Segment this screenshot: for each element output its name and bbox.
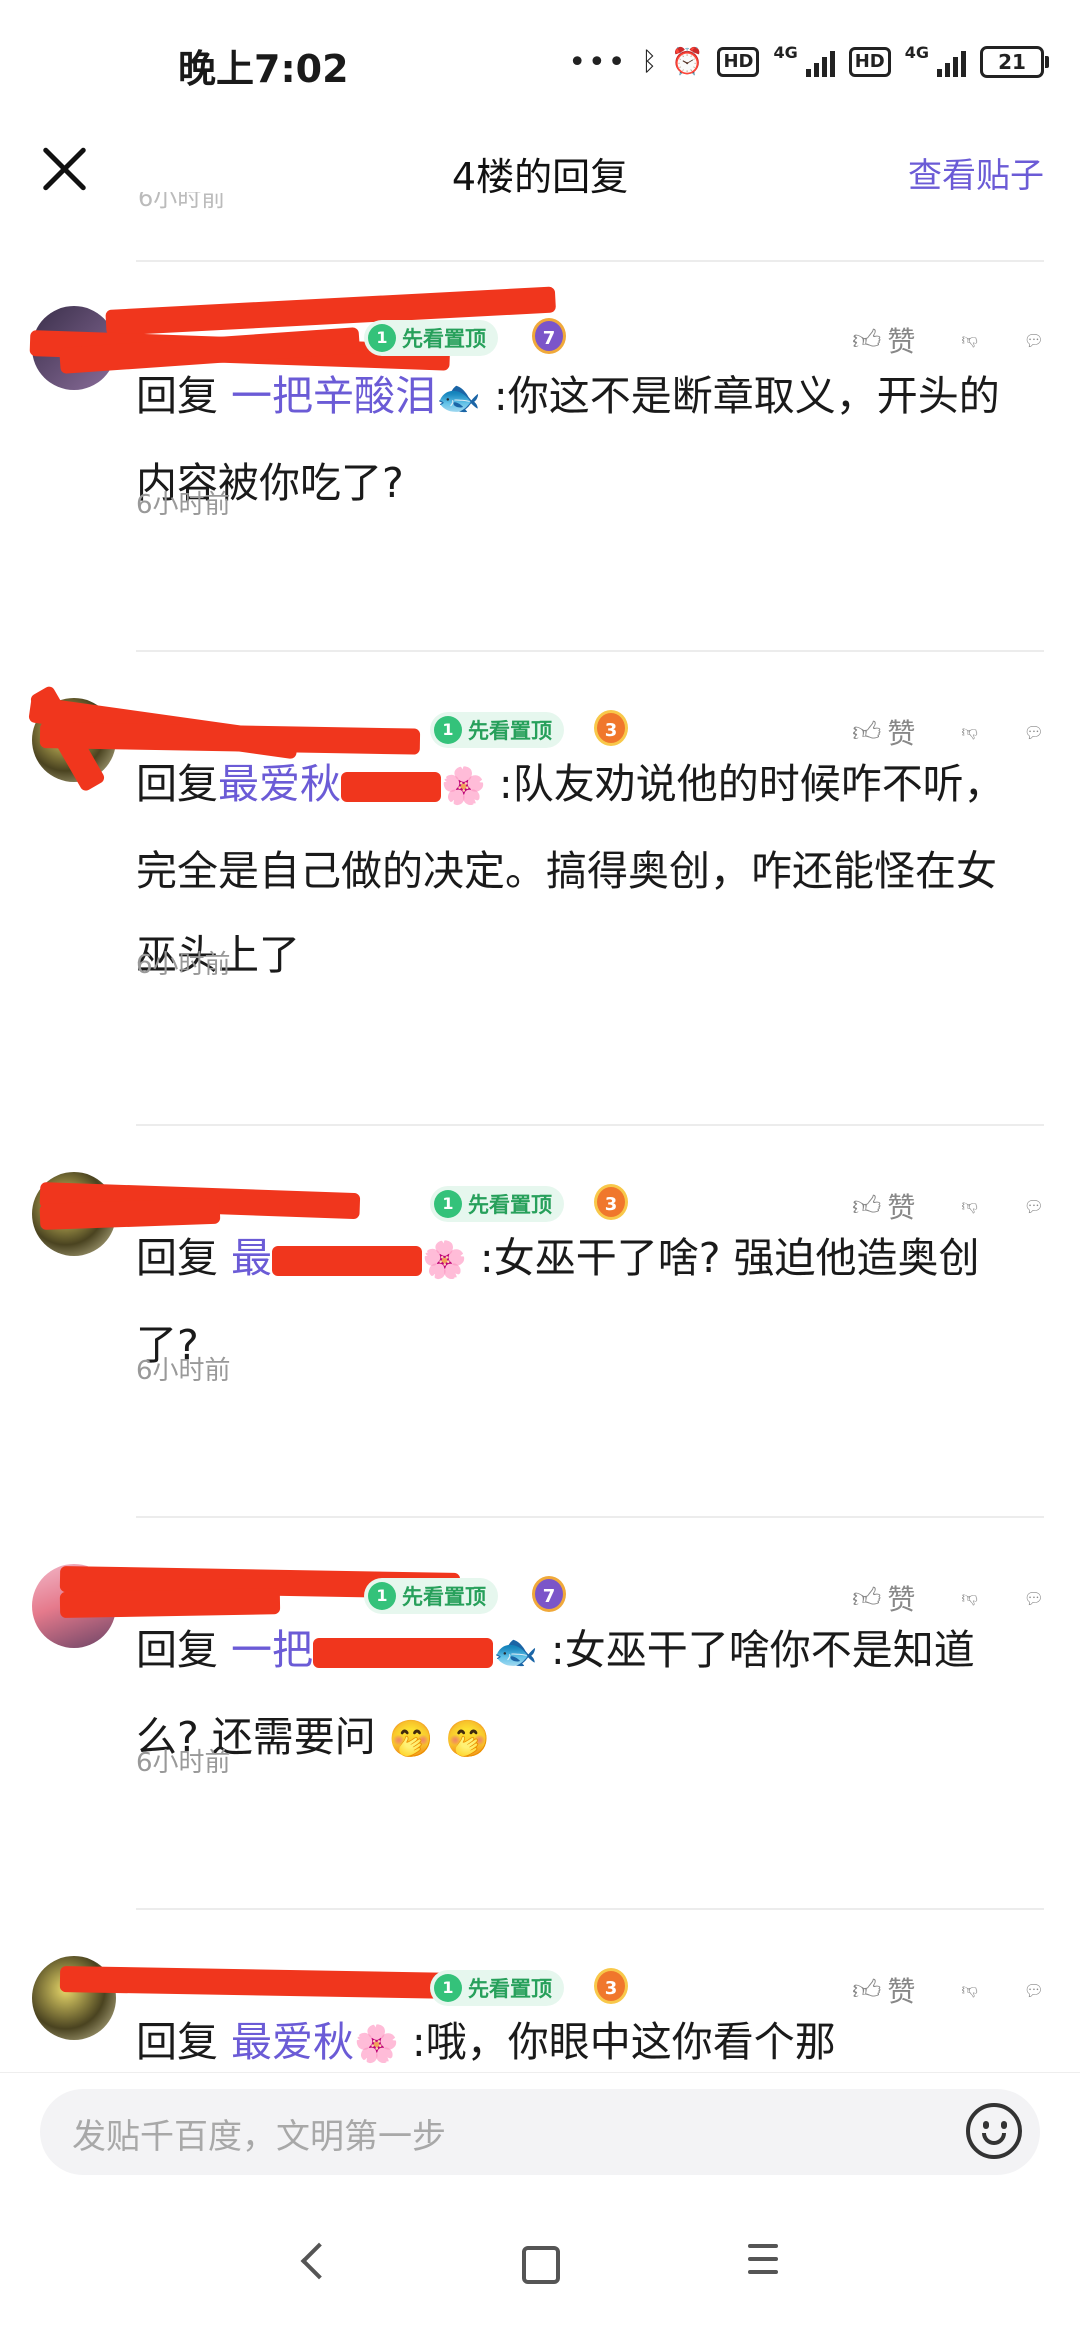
redaction-mark [313, 1638, 494, 1668]
thumbs-down-button[interactable]: 👎︎ [961, 330, 977, 350]
level-badge: 3 [594, 710, 628, 746]
comment-item: 1 先看置顶 7 👍︎ 赞 👎︎ 💬︎ 回复 一把 🐟 :女巫干了啥你不是知道么? 还… [0, 1552, 1080, 1912]
redaction-mark [341, 772, 441, 802]
thumbs-down-button[interactable]: 👎︎ [961, 722, 977, 742]
back-nav-icon[interactable] [300, 2242, 338, 2280]
comment-item: 1 先看置顶 7 👍︎ 赞 👎︎ 💬︎ 回复 一把辛酸泪🐟 :你这不是断章取义，开头… [0, 286, 1080, 614]
comment-text: 回复 最爱秋🌸 :哦，你眼中这你看个那 [136, 2018, 836, 2066]
scrolled-time: 6小时前 [138, 192, 226, 212]
alarm-icon: ⏰ [671, 47, 704, 77]
view-post-link[interactable]: 查看贴子 [908, 148, 1044, 197]
thumbs-down-button[interactable]: 👎︎ [961, 1980, 977, 2000]
divider [136, 650, 1044, 652]
reply-icon[interactable]: 💬︎ [1024, 1197, 1044, 1216]
divider [136, 1516, 1044, 1518]
comment-time: 6小时前 [136, 1356, 231, 1386]
thumbs-down-button[interactable]: 👎︎ [961, 1588, 977, 1608]
comment-text: 回复 最 🌸 :女巫干了啥? 强迫他造奥创了? [136, 1234, 980, 1369]
level-badge: 7 [532, 1576, 566, 1612]
signal-icon-2 [937, 47, 966, 77]
top-badge: 1 先看置顶 [364, 320, 498, 356]
hd-icon-2: HD [848, 47, 891, 77]
emoji-icon[interactable] [966, 2103, 1022, 2159]
level-badge: 3 [594, 1968, 628, 2004]
divider [136, 1124, 1044, 1126]
comment-time: 6小时前 [136, 1748, 231, 1778]
reply-icon[interactable]: 💬︎ [1024, 723, 1044, 742]
status-icons: ••• ᛒ ⏰ HD 4G HD 4G 21 [568, 38, 1049, 86]
emoji-tail: 🤭 🤭 [388, 1719, 490, 1760]
reply-target[interactable]: 一把 🐟 [231, 1626, 538, 1674]
comment-text: 回复 一把辛酸泪🐟 :你这不是断章取义，开头的内容被你吃了? [136, 372, 1000, 507]
hd-icon: HD [717, 47, 760, 77]
thumbs-up-icon: 👍︎ [852, 323, 882, 356]
reply-target[interactable]: 最爱秋🌸 [218, 760, 486, 808]
status-time: 晚上7:02 [178, 47, 349, 91]
reply-feed[interactable]: 6小时前 1 先看置顶 7 👍︎ 赞 👎︎ 💬︎ 回复 一把辛酸泪🐟 :你这不是断章… [0, 192, 1080, 2072]
network-type: 4G [773, 42, 798, 62]
reply-icon[interactable]: 💬︎ [1024, 1981, 1044, 2000]
comment-time: 6小时前 [136, 950, 231, 980]
comment-item: 1 先看置顶 3 👍︎ 赞 👎︎ 💬︎ 回复 最爱秋🌸 :哦，你眼中这你看个那 [0, 1944, 1080, 2072]
reply-target[interactable]: 最爱秋🌸 [231, 2018, 399, 2066]
reply-icon[interactable]: 💬︎ [1024, 1589, 1044, 1608]
bluetooth-icon: ᛒ [641, 47, 658, 77]
comment-item: 1 先看置顶 3 👍︎ 赞 👎︎ 💬︎ 回复最爱秋 🌸 :队友劝说他的时候咋不听，完全… [0, 684, 1080, 1106]
redaction-mark [272, 1246, 423, 1276]
divider [136, 260, 1044, 262]
comment-input-bar: 发贴千百度，文明第一步 [0, 2072, 1080, 2193]
reply-icon[interactable]: 💬︎ [1024, 331, 1044, 350]
battery-icon: 21 [980, 46, 1049, 78]
comment-text: 回复 一把 🐟 :女巫干了啥你不是知道么? 还需要问 🤭 🤭 [136, 1626, 975, 1761]
more-dots-icon: ••• [568, 44, 628, 80]
input-placeholder: 发贴千百度，文明第一步 [72, 2117, 446, 2157]
comment-time: 6小时前 [136, 490, 231, 520]
home-nav-icon[interactable] [522, 2246, 560, 2284]
comment-text: 回复最爱秋 🌸 :队友劝说他的时候咋不听，完全是自己做的决定。搞得奥创，咋还能怪在… [136, 760, 1005, 979]
signal-icon [805, 47, 835, 77]
thumbs-down-button[interactable]: 👎︎ [961, 1196, 977, 1216]
level-badge: 7 [532, 318, 566, 354]
comment-input[interactable]: 发贴千百度，文明第一步 [40, 2089, 1040, 2175]
redaction-mark [59, 1966, 481, 2000]
menu-nav-icon[interactable] [748, 2244, 778, 2278]
reply-target[interactable]: 最 🌸 [231, 1234, 467, 1282]
network-type-2: 4G [904, 42, 929, 62]
reply-target[interactable]: 一把辛酸泪🐟 [231, 372, 481, 420]
level-badge: 3 [594, 1184, 628, 1220]
status-bar: 晚上7:02 ••• ᛒ ⏰ HD 4G HD 4G 21 [0, 0, 1080, 122]
divider [136, 1908, 1044, 1910]
system-nav-bar [0, 2196, 1080, 2340]
comment-item: 1 先看置顶 3 👍︎ 赞 👎︎ 💬︎ 回复 最 🌸 :女巫干了啥? 强迫他造奥创了?… [0, 1160, 1080, 1520]
